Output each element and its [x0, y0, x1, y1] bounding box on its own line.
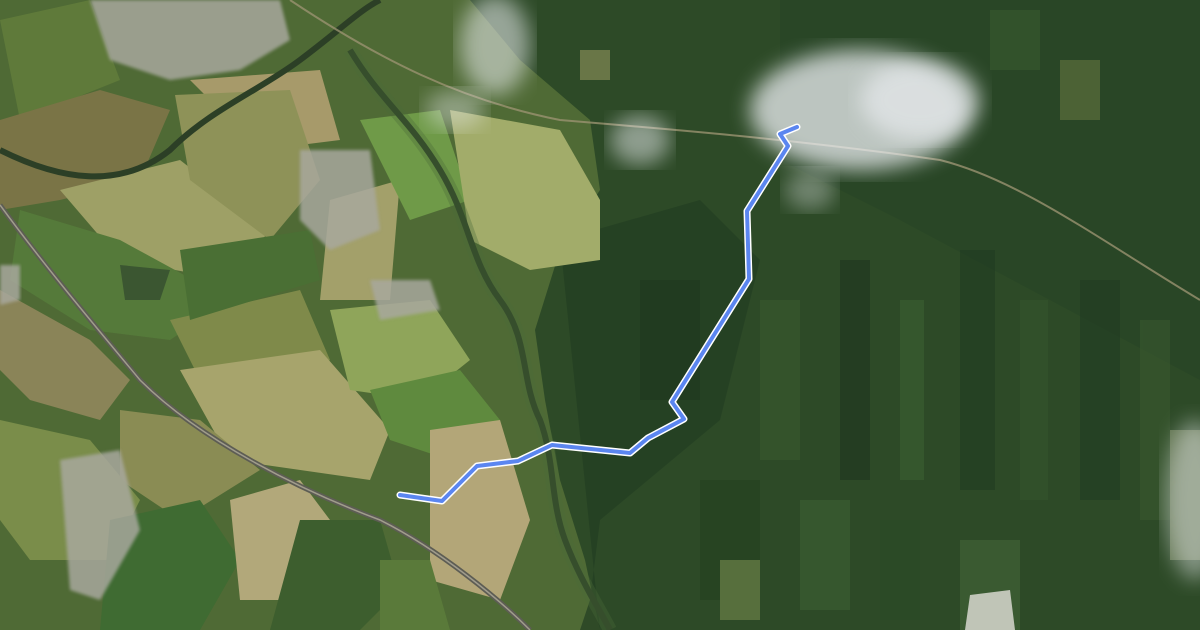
map-canvas[interactable] — [0, 0, 1200, 630]
satellite-map[interactable] — [0, 0, 1200, 630]
